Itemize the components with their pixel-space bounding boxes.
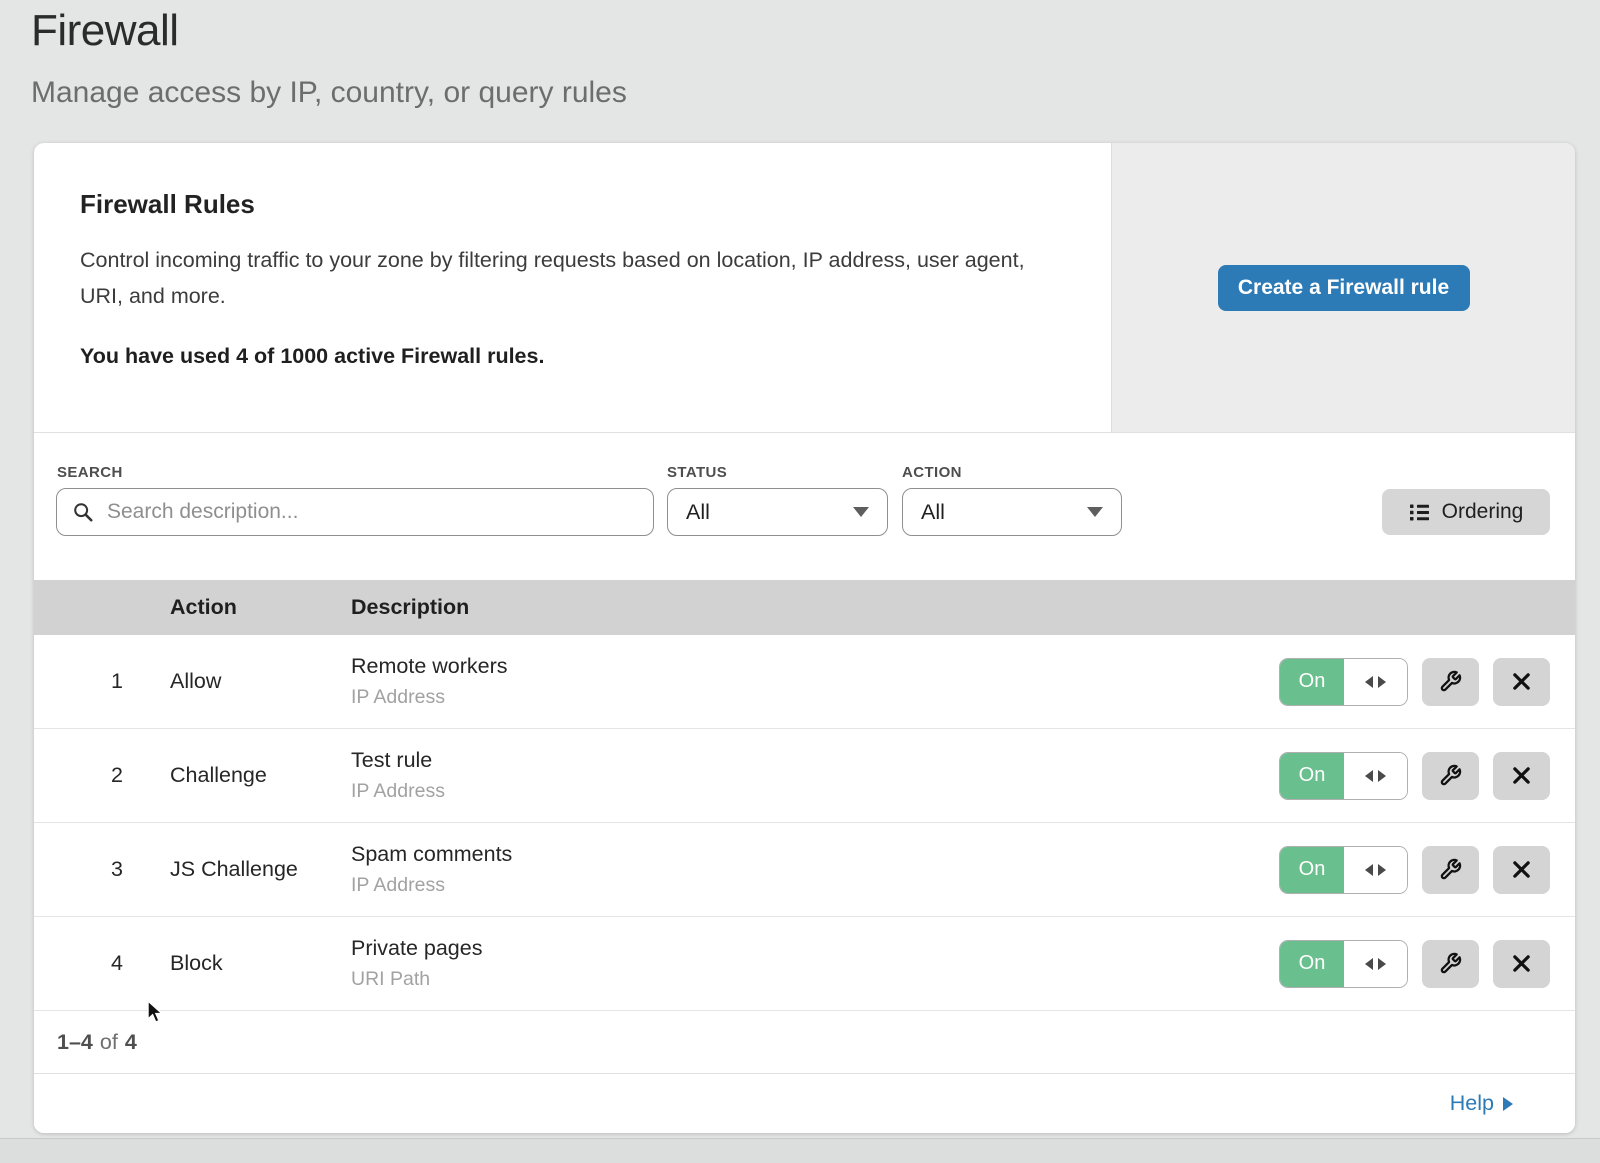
ordering-button[interactable]: Ordering [1382,489,1550,535]
edit-rule-button[interactable] [1422,658,1479,706]
pagination-of: of [100,1030,118,1055]
close-icon [1512,860,1531,879]
firewall-rules-usage: You have used 4 of 1000 active Firewall … [80,344,1051,369]
card-footer: Help [34,1074,1575,1133]
table-row: 3 JS Challenge Spam comments IP Address … [34,823,1575,917]
row-controls: On [1279,846,1550,894]
window-bottom-edge [0,1138,1600,1163]
create-rule-panel: Create a Firewall rule [1111,143,1575,432]
pagination: 1–4 of 4 [34,1011,1575,1074]
toggle-arrows-icon[interactable] [1344,753,1407,799]
page-subtitle: Manage access by IP, country, or query r… [31,76,627,110]
firewall-rules-heading: Firewall Rules [80,189,1051,220]
ordering-button-label: Ordering [1442,500,1524,524]
rule-priority: 3 [34,857,170,882]
help-arrow-icon [1503,1097,1513,1111]
help-link[interactable]: Help [1450,1091,1513,1116]
chevron-down-icon [853,507,869,517]
rule-enabled-toggle[interactable]: On [1279,846,1408,894]
pagination-range: 1–4 [57,1030,93,1055]
rule-enabled-toggle[interactable]: On [1279,658,1408,706]
rule-action: Challenge [170,763,351,788]
close-icon [1512,766,1531,785]
create-firewall-rule-button[interactable]: Create a Firewall rule [1218,265,1470,311]
ordering-list-icon [1409,502,1430,523]
wrench-icon [1439,858,1462,881]
rule-action: Allow [170,669,351,694]
toggle-on-segment[interactable]: On [1280,847,1344,893]
table-row: 1 Allow Remote workers IP Address On [34,635,1575,729]
toggle-on-segment[interactable]: On [1280,941,1344,987]
chevron-down-icon [1087,507,1103,517]
delete-rule-button[interactable] [1493,846,1550,894]
search-input-wrap[interactable] [56,488,654,536]
firewall-rules-description: Control incoming traffic to your zone by… [80,242,1025,314]
status-label: STATUS [667,464,727,481]
toggle-on-segment[interactable]: On [1280,753,1344,799]
help-link-label: Help [1450,1091,1494,1116]
close-icon [1512,672,1531,691]
close-icon [1512,954,1531,973]
card-top-section: Firewall Rules Control incoming traffic … [34,143,1575,433]
action-column-header: Action [170,595,351,620]
delete-rule-button[interactable] [1493,752,1550,800]
search-input[interactable] [105,499,638,525]
table-row: 2 Challenge Test rule IP Address On [34,729,1575,823]
delete-rule-button[interactable] [1493,940,1550,988]
action-selected-value: All [921,500,945,525]
firewall-rules-intro: Firewall Rules Control incoming traffic … [34,143,1111,432]
action-label: ACTION [902,464,962,481]
delete-rule-button[interactable] [1493,658,1550,706]
wrench-icon [1439,952,1462,975]
rule-priority: 1 [34,669,170,694]
table-header: Action Description [34,580,1575,635]
wrench-icon [1439,670,1462,693]
toggle-arrows-icon[interactable] [1344,941,1407,987]
filter-row: SEARCH STATUS All ACTION All Ordering [34,433,1575,580]
toggle-on-segment[interactable]: On [1280,659,1344,705]
row-controls: On [1279,940,1550,988]
rule-action: Block [170,951,351,976]
pagination-total: 4 [125,1030,137,1055]
toggle-arrows-icon[interactable] [1344,847,1407,893]
edit-rule-button[interactable] [1422,846,1479,894]
description-column-header: Description [351,595,1575,620]
rule-enabled-toggle[interactable]: On [1279,752,1408,800]
status-selected-value: All [686,500,710,525]
status-select[interactable]: All [667,488,888,536]
search-icon [72,501,94,523]
rule-action: JS Challenge [170,857,351,882]
wrench-icon [1439,764,1462,787]
edit-rule-button[interactable] [1422,752,1479,800]
table-row: 4 Block Private pages URI Path On [34,917,1575,1011]
row-controls: On [1279,752,1550,800]
toggle-arrows-icon[interactable] [1344,659,1407,705]
row-controls: On [1279,658,1550,706]
action-select[interactable]: All [902,488,1122,536]
edit-rule-button[interactable] [1422,940,1479,988]
rule-priority: 2 [34,763,170,788]
rule-priority: 4 [34,951,170,976]
firewall-rules-card: Firewall Rules Control incoming traffic … [34,143,1575,1133]
page-title: Firewall [31,6,179,56]
rule-enabled-toggle[interactable]: On [1279,940,1408,988]
search-label: SEARCH [57,464,123,481]
